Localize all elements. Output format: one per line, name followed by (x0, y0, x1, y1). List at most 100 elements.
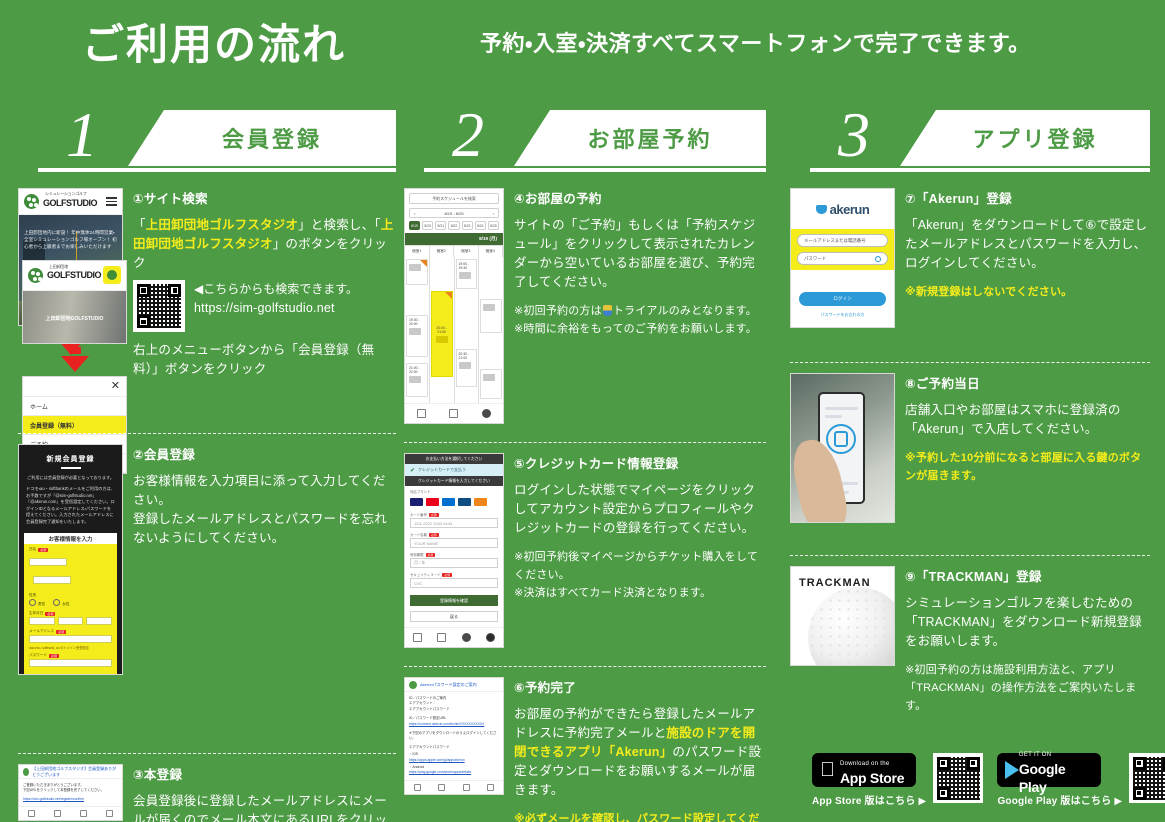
time-slot[interactable]: 20:30 - 21:00 (455, 349, 478, 387)
register-notice: ドコモ・au・softbankのメールをご利用の方は、お手数ですが「@sim-g… (26, 486, 115, 524)
menu-item-home[interactable]: ホーム (23, 397, 126, 416)
contact-badge-icon[interactable] (103, 266, 121, 284)
day-tab[interactable]: 8/19 (409, 221, 421, 230)
field-label: メールアドレス (29, 629, 55, 633)
field-password[interactable]: パスワード 必須 (24, 650, 117, 668)
radio-female[interactable]: 女性 (53, 599, 69, 607)
tab-mypage-icon[interactable] (482, 409, 492, 418)
day-tab[interactable]: 8/22 (448, 221, 460, 230)
archive-icon[interactable] (462, 783, 470, 791)
back-button[interactable]: 戻る (410, 611, 498, 622)
required-tag: 必須 (45, 611, 56, 616)
room-header: 個室3 (454, 246, 479, 257)
register-form: お客様情報を入力 氏名 必須 性別 男性 女性 生年月日 必須 メールアドレス … (24, 533, 117, 674)
reply-icon[interactable] (413, 783, 421, 791)
google-play-caption: Google Play 版はこちら ▶ (997, 796, 1123, 807)
email-input[interactable] (29, 635, 112, 643)
calendar-search-input[interactable]: 予約スケジュールを検索 (409, 193, 499, 204)
delete-icon[interactable] (487, 783, 495, 791)
app-store-badge[interactable]:  Download on the App Store (812, 753, 916, 787)
delete-icon[interactable] (105, 810, 113, 818)
cvc-input[interactable]: CVC (410, 578, 498, 588)
section-1-title: ①サイト検索 (133, 192, 208, 206)
day-tab[interactable]: 8/24 (474, 221, 486, 230)
day-tab[interactable]: 8/23 (461, 221, 473, 230)
divider-5 (790, 362, 1150, 363)
birth-year-select[interactable] (29, 617, 55, 625)
card-number-input[interactable]: 1111 2222 3333 4444 (410, 518, 498, 528)
close-icon[interactable]: ✕ (111, 381, 120, 392)
akerun-email-input[interactable]: メールアドレスまたは電話番号 (797, 234, 888, 247)
day-tab[interactable]: 8/25 (487, 221, 499, 230)
prev-icon[interactable]: ‹ (414, 211, 415, 216)
section-8-title: ⑧ご予約当日 (905, 377, 980, 391)
ios-link[interactable]: https://apps.apple.com/jp/app/akerun (409, 758, 499, 763)
expiry-input[interactable]: 月 / 年 (410, 558, 498, 568)
confirm-button[interactable]: 登録情報を確認 (410, 595, 498, 606)
time-slot[interactable]: 19:30 - 20:00 (406, 315, 428, 357)
logo-text: GOLFSTUDIO (47, 270, 102, 280)
google-play-qr-code[interactable] (1129, 753, 1165, 803)
akerun-password-input[interactable]: パスワード (797, 252, 888, 265)
akerun-logo-text: akerun (829, 202, 870, 217)
field-cvc[interactable]: セキュリティコード 必須 CVC (405, 570, 503, 590)
tab-reserve-icon[interactable] (416, 409, 426, 418)
card-name-input[interactable]: YOUR NAME (410, 538, 498, 548)
day-tab[interactable]: 8/20 (422, 221, 434, 230)
google-play-badge[interactable]: GET IT ON Google Play (997, 752, 1102, 795)
page-subtitle: 予約・入室・決済すべてスマートフォンで完了できます。 (480, 31, 1031, 56)
mail-link[interactable]: https://connect.akerun.com/invite/XXXXXX… (409, 722, 499, 727)
flow-poster: ご利用の流れ 予約・入室・決済すべてスマートフォンで完了できます。 1 会員登録… (0, 0, 1165, 822)
forward-icon[interactable] (54, 810, 62, 818)
mail-link[interactable]: https://sim-golfstudio.net/register/conf… (23, 797, 118, 802)
jcb-icon (474, 498, 487, 506)
time-slot-selected[interactable]: 20:00 - 21:00 (430, 291, 453, 377)
calendar-range-nav[interactable]: ‹ 8/19 - 8/25 › (409, 208, 499, 218)
tab-payment-icon[interactable] (449, 409, 459, 418)
tab-payment-icon[interactable] (437, 633, 447, 642)
password-input[interactable] (29, 659, 112, 667)
column-step-2: 2 お部屋予約 予約スケジュールを検索 ‹ 8/19 - 8/25 › 8/19… (404, 103, 766, 822)
required-tag: 必須 (425, 552, 436, 557)
field-card-number[interactable]: カード番号 必須 1111 2222 3333 4444 (405, 510, 503, 530)
registration-form-mockup: 新規会員登録 ご利用には会員登録が必要となっております。 ドコモ・au・soft… (18, 444, 123, 675)
birth-month-select[interactable] (57, 617, 84, 625)
forgot-password-link[interactable]: パスワードをお忘れの方 (791, 312, 894, 318)
name-input-2[interactable] (33, 576, 72, 584)
field-gender[interactable]: 性別 男性 女性 (24, 590, 117, 608)
tab-settings-icon[interactable] (486, 633, 496, 642)
eye-icon[interactable] (875, 255, 881, 262)
field-card-name[interactable]: カード名義 必須 YOUR NAME (405, 530, 503, 550)
site-url[interactable]: https://sim-golfstudio.net (194, 299, 358, 318)
next-icon[interactable]: › (493, 211, 494, 216)
field-email[interactable]: メールアドレス 必須 (24, 626, 117, 644)
time-slot[interactable]: 19:00 - 19:30 (455, 259, 478, 289)
section-1-body-2: 右上のメニューボタンから「会員登録（無料）」ボタンをクリック (133, 343, 375, 376)
field-name[interactable]: 氏名 必須 (24, 544, 117, 590)
time-slot[interactable] (406, 259, 428, 285)
hamburger-menu-icon[interactable] (106, 197, 117, 206)
selected-payment-method[interactable]: ✔ クレジットカードで支払う (405, 464, 503, 476)
day-tab[interactable]: 8/21 (435, 221, 447, 230)
name-input-1[interactable] (29, 558, 68, 566)
radio-male[interactable]: 男性 (29, 599, 45, 607)
reply-icon[interactable] (28, 810, 36, 818)
akerun-login-button[interactable]: ログイン (799, 292, 886, 306)
form-header: お客様情報を入力 (24, 533, 117, 544)
tab-mypage-icon[interactable] (461, 633, 471, 642)
site-qr-code[interactable] (133, 280, 185, 332)
storefront-mockup: GOLFSTUDIO 上田卸団地 上田卸団地GOLFSTUDIO (22, 260, 127, 344)
archive-icon[interactable] (79, 810, 87, 818)
field-birthday[interactable]: 生年月日 必須 (24, 608, 117, 626)
tab-reserve-icon[interactable] (412, 633, 422, 642)
logo-sub: 上田卸団地 (49, 264, 68, 269)
birth-day-select[interactable] (86, 617, 113, 625)
time-slot[interactable] (480, 369, 502, 399)
forward-icon[interactable] (438, 783, 446, 791)
app-store-qr-code[interactable] (933, 753, 984, 803)
time-slot[interactable]: 21:00 - 22:00 (406, 363, 428, 397)
mail-subject: Akerunパスワード設定のご案内 (420, 681, 477, 687)
time-slot[interactable] (480, 299, 502, 333)
field-expiry[interactable]: 有効期限 必須 月 / 年 (405, 550, 503, 570)
android-link[interactable]: https://play.google.com/store/apps/detai… (409, 770, 499, 775)
